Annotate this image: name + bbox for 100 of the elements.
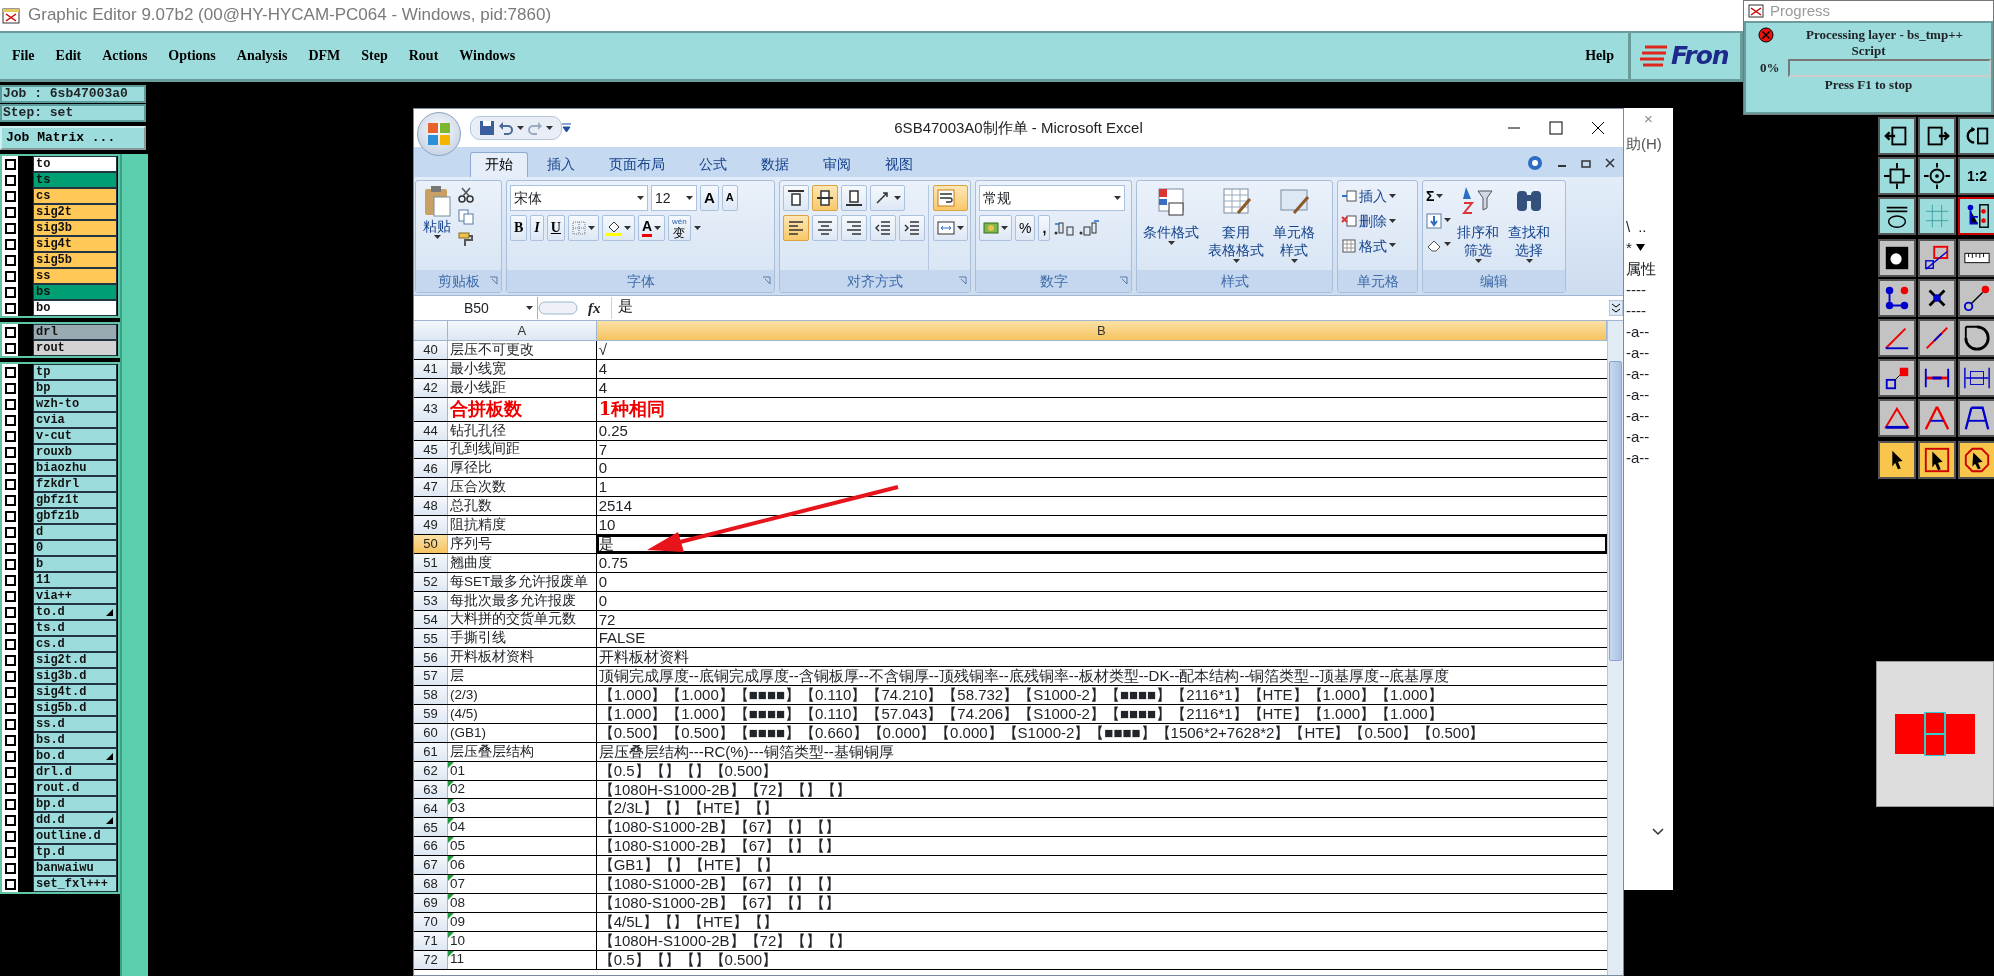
row-header[interactable]: 49 [414,516,448,534]
layer-checkbox[interactable] [4,878,16,890]
layer-cell[interactable]: drl.d [33,764,117,780]
align-button[interactable] [812,185,838,211]
close-icon[interactable] [1605,158,1615,168]
maximize-icon[interactable] [1549,121,1563,135]
layer-cell[interactable]: d [33,524,117,540]
layer-cell[interactable]: wzh-to [33,396,117,412]
scissors-icon[interactable] [458,187,474,203]
ribbon-tab[interactable]: 公式 [684,152,742,177]
row-header[interactable]: 58 [414,686,448,705]
ribbon-tab[interactable]: 页面布局 [594,152,680,177]
layer-checkbox[interactable] [4,702,16,714]
layer-cell[interactable]: drl [33,324,117,340]
layer-checkbox[interactable] [4,414,16,426]
tool-button[interactable] [1878,157,1916,195]
paste-button[interactable]: 粘贴 [419,185,455,270]
layer-checkbox[interactable] [4,862,16,874]
layer-cell[interactable]: gbfz1t [33,492,117,508]
layer-checkbox[interactable] [4,254,16,266]
row-header[interactable]: 66 [414,837,448,856]
layer-cell[interactable]: sig3b [33,220,117,236]
style-button[interactable]: 单元格 样式 [1270,185,1318,270]
layer-cell[interactable]: ss [33,268,117,284]
layer-checkbox[interactable] [4,846,16,858]
autosum-button[interactable]: Σ [1426,188,1451,205]
tool-button[interactable] [1878,239,1916,277]
layer-checkbox[interactable] [4,830,16,842]
font-size-dropdown[interactable]: 12 [651,185,697,211]
row-header[interactable]: 59 [414,705,448,723]
tool-button[interactable] [1918,359,1956,397]
style-button[interactable]: 条件格式 [1140,185,1202,270]
phonetic-button[interactable]: wén 变 [668,215,691,241]
layer-checkbox[interactable] [4,238,16,250]
tool-button[interactable] [1918,279,1956,317]
tool-button[interactable]: .. [1638,216,1647,237]
layer-cell[interactable]: sig3b.d [33,668,117,684]
layer-cell[interactable]: sig5b [33,252,117,268]
layer-cell[interactable]: ts.d [33,620,117,636]
layer-cell[interactable]: ts [33,172,117,188]
row-header[interactable]: 47 [414,478,448,497]
align-button[interactable] [783,185,809,211]
row-header[interactable]: 46 [414,459,448,478]
row-header[interactable]: 67 [414,856,448,875]
tool-button[interactable] [1958,239,1994,277]
align-button[interactable] [933,185,968,211]
ribbon-tab[interactable]: 审阅 [808,152,866,177]
layer-checkbox[interactable] [4,590,16,602]
layer-checkbox[interactable] [4,222,16,234]
tool-button[interactable] [1958,319,1994,357]
tool-button[interactable] [1918,117,1956,155]
row-header[interactable]: 48 [414,497,448,516]
tool-button[interactable] [1958,117,1994,155]
layer-cell[interactable]: biaozhu [33,460,117,476]
row-header[interactable]: 43 [414,397,448,421]
layer-cell[interactable]: ss.d [33,716,117,732]
layer-cell[interactable]: cvia [33,412,117,428]
layer-checkbox[interactable] [4,750,16,762]
layer-cell[interactable]: b [33,556,117,572]
close-icon[interactable] [1591,121,1605,135]
bold-button[interactable]: B [510,215,528,241]
layer-checkbox[interactable] [4,462,16,474]
menu-item[interactable]: Actions [102,47,148,65]
align-button[interactable] [841,185,867,211]
tool-button[interactable] [1878,279,1916,317]
menu-item[interactable]: Help [1585,47,1614,65]
layer-cell[interactable]: bs.d [33,732,117,748]
layer-checkbox[interactable] [4,286,16,298]
help-icon[interactable] [1527,155,1543,171]
layer-cell[interactable]: sig2t [33,204,117,220]
layer-checkbox[interactable] [4,342,16,354]
menu-item[interactable]: Analysis [236,47,288,65]
layer-cell[interactable]: sig2t.d [33,652,117,668]
layer-checkbox[interactable] [4,494,16,506]
ribbon-tab[interactable]: 数据 [746,152,804,177]
ribbon-tab[interactable]: 视图 [870,152,928,177]
shrink-font-button[interactable]: A [721,185,738,211]
layer-checkbox[interactable] [4,686,16,698]
layer-cell[interactable]: rout [33,340,117,356]
row-header[interactable]: 56 [414,648,448,667]
tool-button[interactable] [1918,441,1956,479]
layer-cell[interactable]: set_fxl+++ [33,876,117,892]
number-format-dropdown[interactable]: 常规 [979,185,1125,211]
align-button[interactable] [783,215,809,241]
menu-item[interactable]: 助(H) [1626,133,1662,154]
cells-button[interactable]: 格式 [1341,237,1396,255]
increase-decimal-icon[interactable] [1053,219,1076,237]
tool-button[interactable] [1958,279,1994,317]
insert-function-button[interactable]: fx [578,299,611,317]
layer-checkbox[interactable] [4,654,16,666]
menu-item[interactable]: Windows [459,47,516,65]
align-button[interactable] [841,215,867,241]
layer-cell[interactable]: bo [33,300,117,316]
layer-checkbox[interactable] [4,270,16,282]
layer-cell[interactable]: bo.d [33,748,117,764]
layer-checkbox[interactable] [4,398,16,410]
dialog-launcher-icon[interactable] [762,276,771,285]
align-button[interactable] [812,215,838,241]
row-header[interactable]: 50 [414,535,448,553]
font-color-button[interactable]: A [637,215,666,241]
